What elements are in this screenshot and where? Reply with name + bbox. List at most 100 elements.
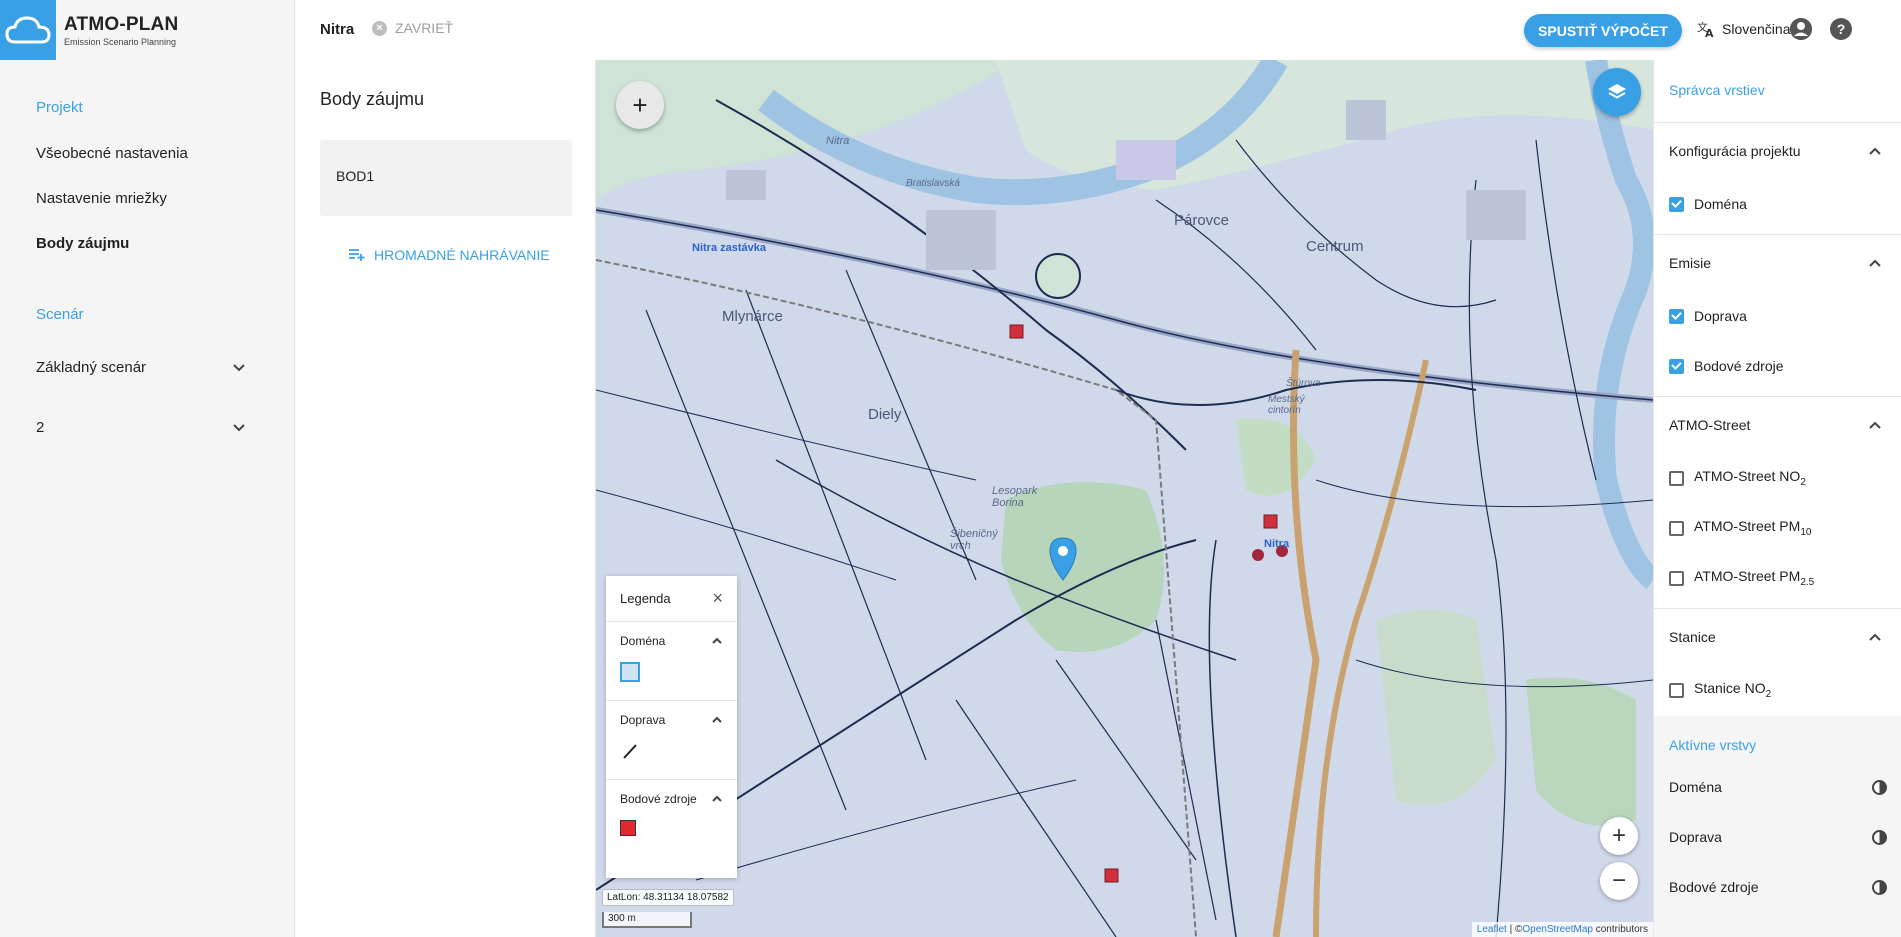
translate-icon: 文 A: [1697, 20, 1714, 39]
map-label-sturova: Štúrova: [1286, 378, 1321, 389]
panel-title: Body záujmu: [320, 89, 425, 109]
layers-panel: Správca vrstiev Konfigurácia projektu Do…: [1653, 60, 1901, 937]
osm-link[interactable]: OpenStreetMap: [1522, 924, 1593, 935]
map-label-diely: Diely: [868, 406, 902, 423]
traffic-line-swatch: [623, 744, 637, 759]
language-selector[interactable]: 文 A Slovenčina: [1696, 19, 1791, 39]
legend-title: Legenda: [620, 591, 671, 606]
layer-label: Doména: [1694, 196, 1747, 212]
checkbox-unchecked[interactable]: [1669, 570, 1684, 586]
layer-checkbox-traffic[interactable]: Doprava: [1654, 291, 1901, 341]
chevron-up-icon: [1869, 147, 1881, 155]
checkbox-checked[interactable]: [1669, 308, 1684, 324]
close-icon[interactable]: ×: [712, 588, 723, 609]
chevron-down-icon: [233, 423, 245, 431]
nav-points-of-interest[interactable]: Body záujmu: [36, 235, 129, 252]
scenario-item-base[interactable]: Základný scenár: [36, 359, 246, 376]
legend: Legenda × Doména Doprava Bodové zdroje: [606, 576, 737, 878]
map-label-sibenicny: Šibeničný vrch: [950, 528, 998, 552]
layer-group-header[interactable]: Konfigurácia projektu: [1654, 123, 1901, 179]
sidebar: ATMO-PLAN Emission Scenario Planning Pro…: [0, 0, 295, 937]
zoom-out-button[interactable]: −: [1600, 862, 1638, 900]
scenario-item-2[interactable]: 2: [36, 419, 246, 436]
layer-checkbox-atmo-pm10[interactable]: ATMO-Street PM10: [1654, 503, 1901, 553]
layers-panel-title: Správca vrstiev: [1669, 82, 1765, 98]
map-label-lesopark: Lesopark Borina: [992, 485, 1038, 509]
layer-checkbox-atmo-pm25[interactable]: ATMO-Street PM2.5: [1654, 553, 1901, 603]
map-label-cintorin: Mestský cintorín: [1268, 394, 1305, 416]
opacity-icon[interactable]: [1872, 779, 1887, 795]
svg-text:A: A: [1705, 27, 1714, 39]
attribution-separator: | ©: [1506, 924, 1523, 935]
checkbox-unchecked[interactable]: [1669, 682, 1684, 698]
checkbox-checked[interactable]: [1669, 196, 1684, 212]
layer-group-header[interactable]: Emisie: [1654, 235, 1901, 291]
run-calculation-button[interactable]: SPUSTIŤ VÝPOČET: [1524, 14, 1682, 47]
close-label: ZAVRIEŤ: [395, 20, 454, 36]
active-layer-domain: Doména: [1669, 779, 1887, 795]
app-subtitle: Emission Scenario Planning: [64, 36, 177, 47]
bulk-upload-button[interactable]: HROMADNÉ NAHRÁVANIE: [348, 247, 550, 263]
account-icon[interactable]: [1790, 18, 1812, 40]
app-title: ATMO-PLAN: [64, 13, 179, 35]
opacity-icon[interactable]: [1872, 879, 1887, 895]
map-tiles: [596, 60, 1653, 937]
opacity-icon[interactable]: [1872, 829, 1887, 845]
active-layer-label: Doprava: [1669, 829, 1722, 845]
zoom-in-button[interactable]: +: [1600, 817, 1638, 855]
checkbox-checked[interactable]: [1669, 358, 1684, 374]
point-item[interactable]: BOD1: [320, 140, 572, 216]
layer-label: ATMO-Street PM10: [1694, 518, 1812, 538]
domain-swatch: [620, 662, 640, 682]
scenario-section-header[interactable]: Scenár: [36, 306, 84, 323]
chevron-up-icon[interactable]: [711, 793, 723, 805]
layer-checkbox-domain[interactable]: Doména: [1654, 179, 1901, 229]
map-label-parovce: Párovce: [1174, 212, 1230, 229]
leaflet-link[interactable]: Leaflet: [1477, 924, 1507, 935]
chevron-up-icon: [1869, 421, 1881, 429]
close-project-button[interactable]: × ZAVRIEŤ: [372, 20, 453, 36]
chevron-up-icon[interactable]: [711, 714, 723, 726]
cloud-logo-icon: [0, 0, 56, 60]
point-source-swatch: [620, 820, 636, 836]
layer-label: ATMO-Street NO2: [1694, 468, 1806, 488]
scenario-item-label: 2: [36, 419, 45, 436]
layer-label: Bodové zdroje: [1694, 358, 1784, 374]
map-label-nitra-zastavka: Nitra zastávka: [692, 242, 766, 254]
chevron-down-icon: [233, 363, 245, 371]
legend-section-traffic: Doprava: [606, 701, 737, 780]
help-icon[interactable]: ?: [1830, 18, 1852, 40]
bulk-upload-label: HROMADNÉ NAHRÁVANIE: [374, 247, 550, 263]
layer-group-label: Stanice: [1669, 629, 1716, 645]
active-layer-traffic: Doprava: [1669, 829, 1887, 845]
layer-checkbox-stations-no2[interactable]: Stanice NO2: [1654, 665, 1901, 715]
layer-group-project-config: Konfigurácia projektu Doména: [1654, 122, 1901, 229]
layer-group-label: ATMO-Street: [1669, 417, 1751, 433]
project-section-header[interactable]: Projekt: [36, 99, 83, 116]
nav-general-settings[interactable]: Všeobecné nastavenia: [36, 145, 188, 162]
chevron-up-icon[interactable]: [711, 635, 723, 647]
legend-section-label: Doprava: [620, 713, 666, 727]
active-layer-label: Bodové zdroje: [1669, 879, 1759, 895]
app-logo[interactable]: ATMO-PLAN Emission Scenario Planning: [0, 0, 295, 60]
scenario-item-label: Základný scenár: [36, 359, 147, 376]
layer-group-header[interactable]: ATMO-Street: [1654, 397, 1901, 453]
checkbox-unchecked[interactable]: [1669, 520, 1684, 536]
map-label-bratislavska: Bratislavská: [906, 178, 960, 189]
top-bar: Nitra × ZAVRIEŤ SPUSTIŤ VÝPOČET 文 A Slov…: [296, 0, 1901, 60]
checkbox-unchecked[interactable]: [1669, 470, 1684, 486]
layers-icon[interactable]: [1593, 68, 1641, 116]
legend-section-point-sources: Bodové zdroje: [606, 780, 737, 859]
layer-group-label: Emisie: [1669, 255, 1712, 271]
layer-checkbox-point-sources[interactable]: Bodové zdroje: [1654, 341, 1901, 391]
close-icon: ×: [372, 20, 387, 36]
layer-checkbox-atmo-no2[interactable]: ATMO-Street NO2: [1654, 453, 1901, 503]
legend-section-label: Bodové zdroje: [620, 792, 697, 806]
layer-group-header[interactable]: Stanice: [1654, 609, 1901, 665]
map-view[interactable]: Nitra zastávka Mlynárce Diely Párovce Ce…: [596, 60, 1653, 937]
nav-grid-settings[interactable]: Nastavenie mriežky: [36, 190, 167, 207]
project-tab[interactable]: Nitra: [320, 21, 354, 38]
map-add-button[interactable]: +: [616, 81, 664, 129]
active-layers-section: Aktívne vrstvy Doména Doprava Bodové zdr…: [1654, 716, 1901, 937]
latlon-readout: LatLon: 48.31134 18.07582: [602, 889, 734, 906]
